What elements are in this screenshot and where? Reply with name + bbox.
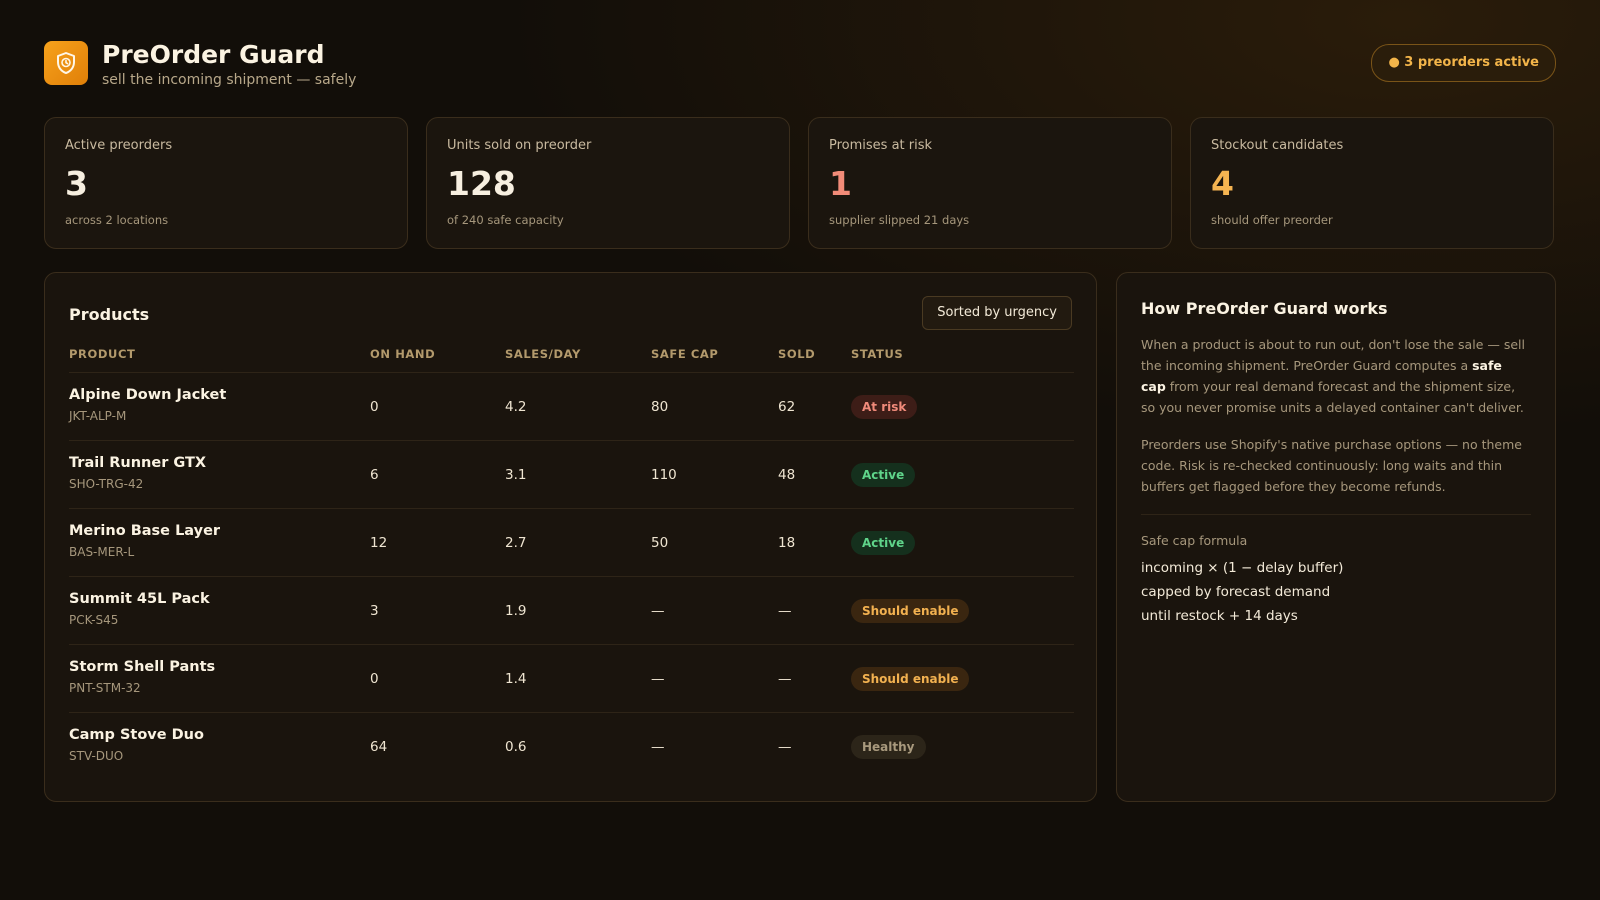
- how-it-works-panel: How PreOrder Guard works When a product …: [1116, 272, 1556, 802]
- divider: [1141, 514, 1531, 515]
- safe-cap-value: 110: [651, 467, 677, 483]
- status-badge: Active: [851, 531, 916, 555]
- sort-button[interactable]: Sorted by urgency: [922, 296, 1072, 330]
- sales-per-day-value: 2.7: [505, 535, 527, 551]
- sales-per-day-value: 1.4: [505, 671, 527, 687]
- sales-per-day-value: 1.9: [505, 603, 527, 619]
- app-title: PreOrder Guard: [102, 40, 325, 69]
- on-hand-value: 64: [370, 739, 388, 755]
- sold-value: 18: [778, 535, 796, 551]
- product-sku: PNT-STM-32: [69, 681, 141, 695]
- product-name: Storm Shell Pants: [69, 659, 216, 675]
- how-paragraph-1: When a product is about to run out, don'…: [1141, 337, 1525, 415]
- stat-value: 3: [65, 164, 88, 203]
- table-row[interactable]: Alpine Down Jacket JKT-ALP-M 0 4.2 80 62…: [69, 372, 1074, 441]
- column-header-on-hand[interactable]: ON HAND: [370, 347, 435, 361]
- stat-card-active-preorders: Active preorders 3 across 2 locations: [44, 117, 408, 249]
- product-sku: JKT-ALP-M: [69, 409, 127, 423]
- stat-value: 1: [829, 164, 852, 203]
- stat-label: Promises at risk: [829, 138, 933, 153]
- products-title: Products: [69, 305, 150, 324]
- product-name: Trail Runner GTX: [69, 455, 207, 471]
- stat-note: of 240 safe capacity: [447, 213, 564, 227]
- status-badge: Active: [851, 463, 916, 487]
- formula-line: capped by forecast demand: [1141, 584, 1331, 600]
- sales-per-day-value: 4.2: [505, 399, 527, 415]
- active-preorders-badge[interactable]: ● 3 preorders active: [1371, 44, 1556, 82]
- table-row[interactable]: Trail Runner GTX SHO-TRG-42 6 3.1 110 48…: [69, 440, 1074, 509]
- sold-value: —: [778, 671, 792, 687]
- stat-label: Stockout candidates: [1211, 138, 1344, 153]
- table-row[interactable]: Summit 45L Pack PCK-S45 3 1.9 — — Should…: [69, 576, 1074, 645]
- product-sku: STV-DUO: [69, 749, 124, 763]
- shield-clock-icon: [44, 41, 88, 85]
- product-sku: PCK-S45: [69, 613, 119, 627]
- sold-value: 62: [778, 399, 796, 415]
- stat-value: 128: [447, 164, 516, 203]
- column-header-product[interactable]: PRODUCT: [69, 347, 135, 361]
- status-badge: Should enable: [851, 667, 970, 691]
- table-row[interactable]: Camp Stove Duo STV-DUO 64 0.6 — — Health…: [69, 712, 1074, 781]
- status-badge: Should enable: [851, 599, 970, 623]
- sold-value: 48: [778, 467, 796, 483]
- product-name: Camp Stove Duo: [69, 727, 204, 743]
- on-hand-value: 0: [370, 399, 379, 415]
- stat-label: Active preorders: [65, 138, 173, 153]
- column-header-safe-cap[interactable]: SAFE CAP: [651, 347, 718, 361]
- stat-card-promises-at-risk: Promises at risk 1 supplier slipped 21 d…: [808, 117, 1172, 249]
- sold-value: —: [778, 603, 792, 619]
- stat-value: 4: [1211, 164, 1234, 203]
- how-title: How PreOrder Guard works: [1141, 299, 1388, 318]
- app-subtitle: sell the incoming shipment — safely: [102, 72, 357, 88]
- product-name: Merino Base Layer: [69, 523, 221, 539]
- formula-label: Safe cap formula: [1141, 533, 1248, 548]
- status-badge: Healthy: [851, 735, 926, 759]
- column-header-sales-per-day[interactable]: SALES/DAY: [505, 347, 581, 361]
- table-row[interactable]: Merino Base Layer BAS-MER-L 12 2.7 50 18…: [69, 508, 1074, 577]
- column-header-sold[interactable]: SOLD: [778, 347, 815, 361]
- safe-cap-value: —: [651, 671, 665, 687]
- stat-card-stockout-candidates: Stockout candidates 4 should offer preor…: [1190, 117, 1554, 249]
- formula-line: incoming × (1 − delay buffer): [1141, 560, 1344, 576]
- table-row[interactable]: Storm Shell Pants PNT-STM-32 0 1.4 — — S…: [69, 644, 1074, 713]
- product-name: Summit 45L Pack: [69, 591, 210, 607]
- sold-value: —: [778, 739, 792, 755]
- safe-cap-value: 50: [651, 535, 669, 551]
- product-sku: BAS-MER-L: [69, 545, 135, 559]
- on-hand-value: 6: [370, 467, 379, 483]
- stat-card-units-sold: Units sold on preorder 128 of 240 safe c…: [426, 117, 790, 249]
- app-header: PreOrder Guard sell the incoming shipmen…: [44, 40, 1556, 96]
- stat-label: Units sold on preorder: [447, 138, 592, 153]
- status-badge: At risk: [851, 395, 918, 419]
- sales-per-day-value: 3.1: [505, 467, 527, 483]
- sales-per-day-value: 0.6: [505, 739, 527, 755]
- safe-cap-value: 80: [651, 399, 669, 415]
- on-hand-value: 0: [370, 671, 379, 687]
- safe-cap-value: —: [651, 739, 665, 755]
- product-sku: SHO-TRG-42: [69, 477, 144, 491]
- product-name: Alpine Down Jacket: [69, 387, 227, 403]
- on-hand-value: 12: [370, 535, 388, 551]
- safe-cap-value: —: [651, 603, 665, 619]
- on-hand-value: 3: [370, 603, 379, 619]
- formula-line: until restock + 14 days: [1141, 608, 1298, 624]
- stats-row: Active preorders 3 across 2 locations Un…: [44, 117, 1556, 249]
- column-header-status[interactable]: STATUS: [851, 347, 903, 361]
- stat-note: across 2 locations: [65, 213, 169, 227]
- how-paragraph-2: Preorders use Shopify's native purchase …: [1141, 437, 1522, 494]
- stat-note: supplier slipped 21 days: [829, 213, 970, 227]
- stat-note: should offer preorder: [1211, 213, 1333, 227]
- products-panel: Products Sorted by urgency PRODUCT ON HA…: [44, 272, 1097, 802]
